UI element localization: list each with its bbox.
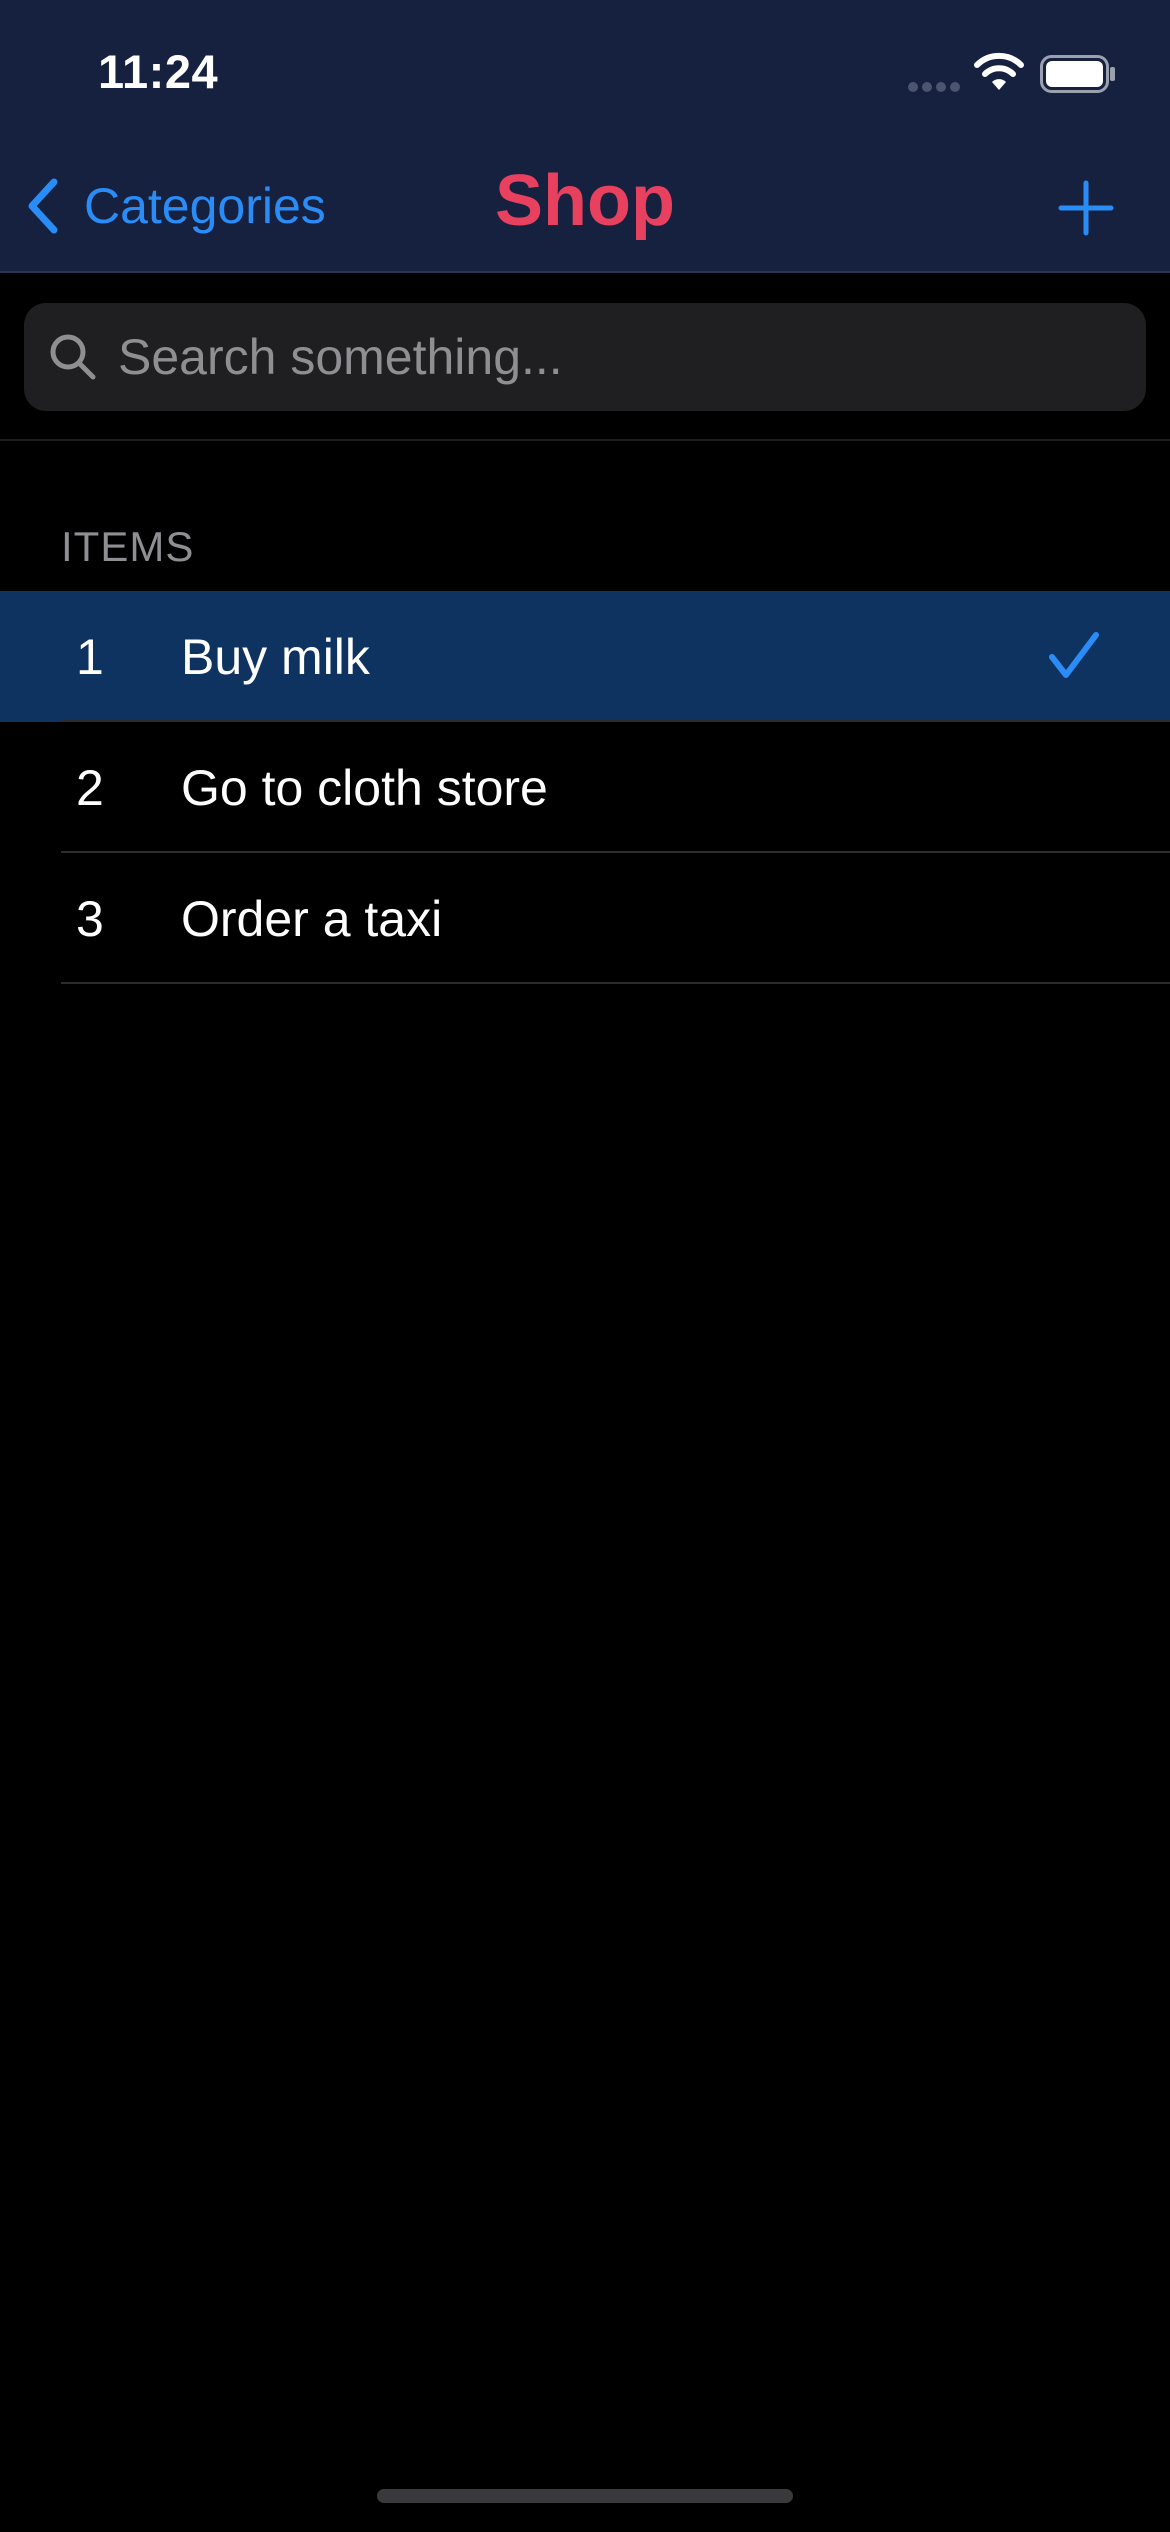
page-title: Shop [495,161,675,241]
home-indicator[interactable] [377,2489,793,2503]
battery-icon [1040,55,1115,93]
search-field[interactable] [24,303,1146,411]
item-title: Go to cloth store [181,759,548,816]
wifi-icon [974,52,1024,90]
navigation-header: 11:24 Categories Shop [0,0,1170,273]
magnifying-glass-icon [50,334,96,380]
status-bar-time: 11:24 [98,45,219,98]
cellular-signal-icon [908,82,960,92]
list-item[interactable]: 3 Order a taxi [0,853,1170,984]
item-title: Order a taxi [181,890,443,947]
search-bar [0,273,1170,441]
item-number: 2 [76,759,104,816]
items-list: 1 Buy milk 2 Go to cloth store 3 Order a… [0,591,1170,984]
list-item[interactable]: 2 Go to cloth store [0,722,1170,853]
plus-icon[interactable] [1058,180,1114,236]
row-divider [61,982,1170,984]
item-number: 3 [76,890,104,947]
checkmark-icon [1049,632,1099,678]
item-number: 1 [76,628,104,685]
section-header-items: ITEMS [61,523,195,570]
search-input[interactable] [118,328,1098,386]
item-title: Buy milk [181,628,370,685]
list-item[interactable]: 1 Buy milk [0,591,1170,722]
